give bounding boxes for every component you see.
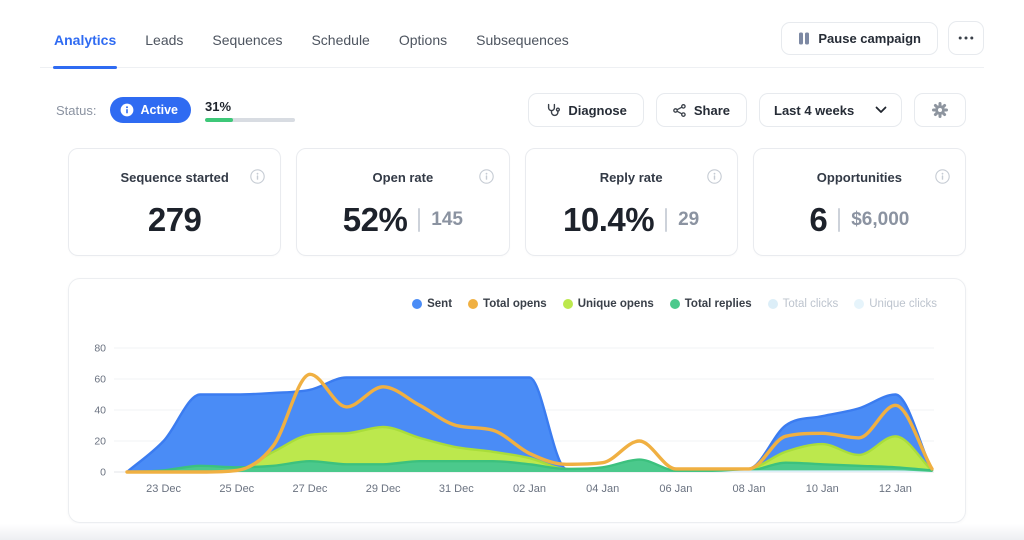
- svg-text:27 Dec: 27 Dec: [293, 483, 328, 495]
- legend-item-unique-clicks[interactable]: Unique clicks: [854, 298, 937, 310]
- info-icon[interactable]: [479, 169, 494, 189]
- stat-title: Open rate: [297, 170, 508, 185]
- svg-text:29 Dec: 29 Dec: [366, 483, 401, 495]
- stat-value: 52%: [343, 201, 408, 239]
- svg-text:25 Dec: 25 Dec: [219, 483, 254, 495]
- legend-item-total-clicks[interactable]: Total clicks: [768, 298, 839, 310]
- svg-text:0: 0: [100, 467, 106, 479]
- progress-bar-fill: [205, 118, 233, 122]
- legend-dot: [854, 299, 864, 309]
- svg-text:40: 40: [94, 405, 106, 417]
- legend-dot: [670, 299, 680, 309]
- svg-text:02 Jan: 02 Jan: [513, 483, 546, 495]
- tab-subsequences[interactable]: Subsequences: [475, 26, 570, 67]
- stat-secondary-value: $6,000: [851, 209, 909, 231]
- stat-card-open-rate: Open rate 52% 145: [296, 148, 509, 256]
- stats-row: Sequence started 279 Open rate 52% 145 R…: [68, 148, 966, 256]
- tab-schedule[interactable]: Schedule: [310, 26, 370, 67]
- tab-options[interactable]: Options: [398, 26, 448, 67]
- stat-value: 279: [148, 201, 202, 239]
- tab-leads[interactable]: Leads: [144, 26, 184, 67]
- svg-text:20: 20: [94, 436, 106, 448]
- status-badge[interactable]: Active: [110, 97, 191, 123]
- status-label: Status:: [56, 103, 96, 118]
- stat-value: 6: [809, 201, 827, 239]
- legend-item-total-replies[interactable]: Total replies: [670, 298, 752, 310]
- svg-text:31 Dec: 31 Dec: [439, 483, 474, 495]
- progress-percent-label: 31%: [205, 99, 295, 114]
- stat-title: Reply rate: [526, 170, 737, 185]
- pause-icon: [798, 32, 810, 45]
- status-state-label: Active: [140, 103, 178, 117]
- info-icon[interactable]: [250, 169, 265, 189]
- stat-secondary-value: 29: [678, 209, 699, 231]
- share-icon: [673, 104, 686, 117]
- chart-legend: Sent Total opens Unique opens Total repl…: [69, 279, 965, 311]
- stat-title: Opportunities: [754, 170, 965, 185]
- legend-dot: [468, 299, 478, 309]
- svg-text:80: 80: [94, 343, 106, 355]
- svg-text:10 Jan: 10 Jan: [806, 483, 839, 495]
- toolbar-group: Diagnose Share Last 4 weeks: [528, 93, 966, 127]
- campaign-header: Analytics Leads Sequences Schedule Optio…: [40, 0, 984, 68]
- svg-text:04 Jan: 04 Jan: [586, 483, 619, 495]
- header-actions: Pause campaign: [781, 21, 984, 55]
- legend-dot: [768, 299, 778, 309]
- value-divider: [665, 208, 667, 232]
- stat-title: Sequence started: [69, 170, 280, 185]
- analytics-chart-card: Sent Total opens Unique opens Total repl…: [68, 278, 966, 523]
- status-toolbar-row: Status: Active 31%: [56, 93, 966, 127]
- stat-value: 10.4%: [563, 201, 654, 239]
- diagnose-button[interactable]: Diagnose: [528, 93, 644, 127]
- stat-secondary-value: 145: [431, 209, 463, 231]
- info-icon[interactable]: [935, 169, 950, 189]
- svg-text:60: 60: [94, 374, 106, 386]
- share-label: Share: [694, 103, 730, 118]
- date-range-select[interactable]: Last 4 weeks: [759, 93, 902, 127]
- svg-text:23 Dec: 23 Dec: [146, 483, 181, 495]
- tab-analytics[interactable]: Analytics: [53, 26, 117, 67]
- settings-button[interactable]: [914, 93, 966, 127]
- status-group: Status: Active 31%: [56, 97, 295, 123]
- campaign-tabs: Analytics Leads Sequences Schedule Optio…: [40, 0, 570, 67]
- value-divider: [418, 208, 420, 232]
- analytics-chart[interactable]: 0 20 40 60 80 23 Dec 25 Dec 27 Dec 29 Dec 31 Dec 0…: [77, 329, 957, 499]
- gear-icon: [931, 101, 949, 119]
- info-icon[interactable]: [707, 169, 722, 189]
- value-divider: [838, 208, 840, 232]
- svg-text:12 Jan: 12 Jan: [879, 483, 912, 495]
- svg-text:08 Jan: 08 Jan: [733, 483, 766, 495]
- analytics-page: Analytics Leads Sequences Schedule Optio…: [0, 0, 1024, 540]
- pause-campaign-button[interactable]: Pause campaign: [781, 22, 938, 55]
- legend-item-sent[interactable]: Sent: [412, 298, 452, 310]
- progress-bar: [205, 118, 295, 122]
- stat-card-sequence-started: Sequence started 279: [68, 148, 281, 256]
- campaign-progress: 31%: [205, 99, 295, 122]
- stat-card-opportunities: Opportunities 6 $6,000: [753, 148, 966, 256]
- tab-sequences[interactable]: Sequences: [211, 26, 283, 67]
- date-range-value: Last 4 weeks: [774, 103, 854, 118]
- legend-item-total-opens[interactable]: Total opens: [468, 298, 547, 310]
- info-icon: [120, 103, 134, 117]
- share-button[interactable]: Share: [656, 93, 747, 127]
- svg-text:06 Jan: 06 Jan: [659, 483, 692, 495]
- stethoscope-icon: [545, 103, 560, 118]
- legend-dot: [412, 299, 422, 309]
- page-fade: [0, 524, 1024, 540]
- chevron-down-icon: [875, 106, 887, 114]
- legend-dot: [563, 299, 573, 309]
- legend-item-unique-opens[interactable]: Unique opens: [563, 298, 654, 310]
- diagnose-label: Diagnose: [568, 103, 627, 118]
- more-options-button[interactable]: [948, 21, 984, 55]
- pause-campaign-label: Pause campaign: [818, 31, 921, 46]
- ellipsis-icon: [958, 36, 974, 40]
- stat-card-reply-rate: Reply rate 10.4% 29: [525, 148, 738, 256]
